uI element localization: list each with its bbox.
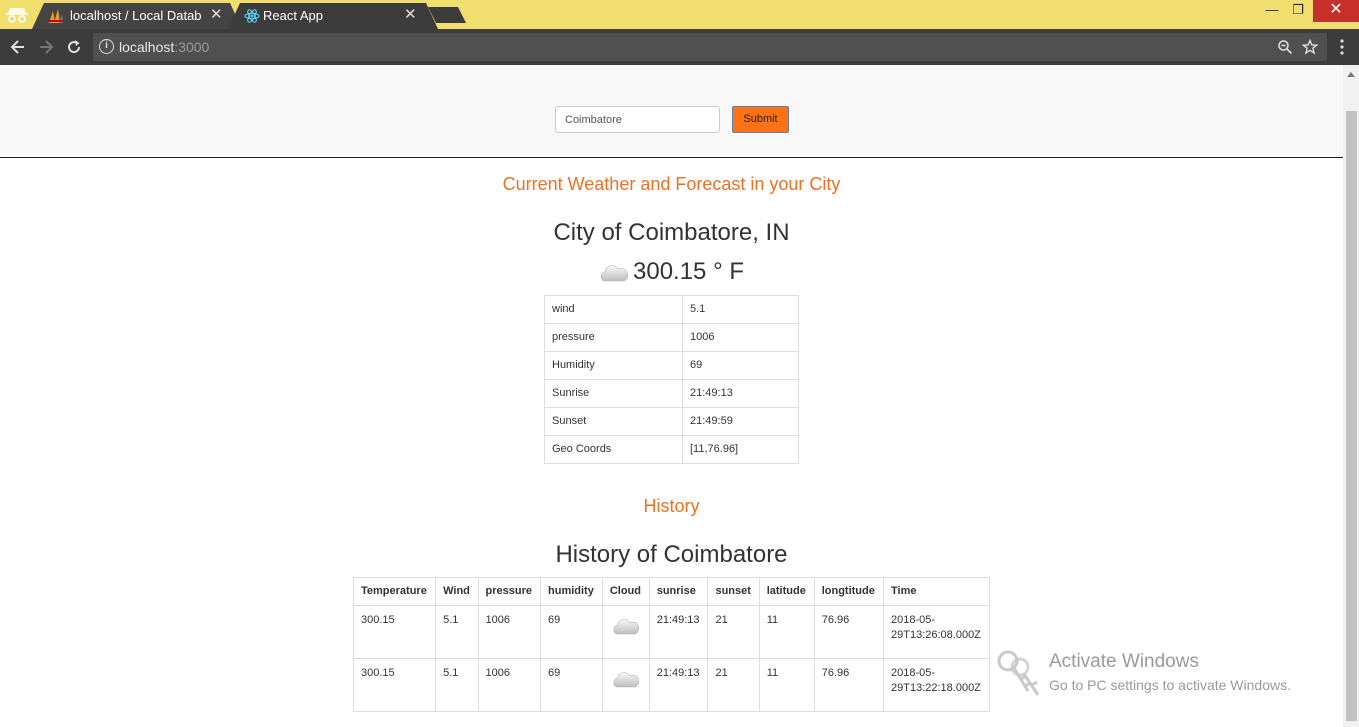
incognito-icon bbox=[6, 8, 28, 23]
row-value: 5.1 bbox=[682, 295, 799, 324]
activate-title: Activate Windows bbox=[1049, 651, 1199, 672]
cell-pressure: 1006 bbox=[477, 658, 542, 712]
cloud-icon bbox=[613, 619, 639, 635]
current-weather-table: wind 5.1 pressure 1006 Humidity 69 Sunrise 2… bbox=[544, 295, 799, 464]
cell-cloud bbox=[601, 605, 650, 659]
city-search-input[interactable] bbox=[555, 106, 720, 133]
cell-pressure: 1006 bbox=[477, 605, 542, 659]
url-text[interactable]: localhost:3000 bbox=[119, 39, 209, 55]
url-port: :3000 bbox=[174, 39, 210, 55]
history-title: History of Coimbatore bbox=[555, 541, 788, 568]
search-header: Submit bbox=[0, 65, 1343, 158]
menu-kebab-icon[interactable] bbox=[1335, 39, 1349, 55]
cell-sunrise: 21:49:13 bbox=[648, 658, 709, 712]
tab-react-app[interactable]: React App ✕ bbox=[228, 3, 438, 29]
column-header: Time bbox=[883, 577, 990, 606]
cell-humidity: 69 bbox=[540, 605, 603, 659]
row-value: 21:49:59 bbox=[682, 407, 799, 436]
row-key: Sunset bbox=[544, 407, 683, 436]
phpmyadmin-icon bbox=[49, 9, 63, 23]
tab-title: React App bbox=[263, 8, 323, 23]
cell-longitude: 76.96 bbox=[813, 658, 885, 712]
tab-strip: localhost / Local Databas ✕ React App ✕ … bbox=[0, 0, 1359, 29]
cell-longitude: 76.96 bbox=[813, 605, 885, 659]
cell-humidity: 69 bbox=[540, 658, 603, 712]
bookmark-star-icon[interactable] bbox=[1302, 39, 1318, 55]
site-info-icon[interactable]: i bbox=[99, 39, 114, 54]
cell-sunset: 21 bbox=[707, 658, 760, 712]
tab-close-icon[interactable]: ✕ bbox=[404, 7, 417, 23]
row-key: pressure bbox=[544, 323, 683, 352]
cell-time: 2018-05-29T13:26:08.000Z bbox=[883, 605, 990, 659]
cell-latitude: 11 bbox=[758, 605, 815, 659]
row-value: [11,76.96] bbox=[682, 435, 799, 464]
cell-wind: 5.1 bbox=[435, 605, 479, 659]
row-value: 1006 bbox=[682, 323, 799, 352]
close-window-button[interactable]: ✕ bbox=[1313, 0, 1359, 22]
current-weather-heading: Current Weather and Forecast in your Cit… bbox=[502, 174, 841, 194]
history-table: Temperature Wind pressure humidity Cloud… bbox=[352, 577, 990, 712]
cell-temperature: 300.15 bbox=[352, 658, 437, 712]
table-row: pressure 1006 bbox=[544, 323, 799, 352]
table-row: Geo Coords [11,76.96] bbox=[544, 435, 799, 464]
column-header: sunrise bbox=[648, 577, 709, 606]
table-row: Humidity 69 bbox=[544, 351, 799, 380]
react-icon bbox=[244, 9, 260, 23]
row-key: wind bbox=[544, 295, 683, 324]
column-header: Cloud bbox=[601, 577, 650, 606]
column-header: Temperature bbox=[352, 577, 437, 606]
address-bar[interactable]: i localhost:3000 bbox=[93, 33, 1327, 61]
row-value: 69 bbox=[682, 351, 799, 380]
table-row: 300.15 5.1 1006 69 21:49:13 21 11 76.96 … bbox=[352, 605, 990, 659]
history-heading: History bbox=[643, 496, 700, 516]
browser-toolbar: i localhost:3000 bbox=[0, 29, 1359, 65]
column-header: latitude bbox=[758, 577, 815, 606]
tab-phpmyadmin[interactable]: localhost / Local Databas ✕ bbox=[32, 3, 242, 29]
table-row: wind 5.1 bbox=[544, 295, 799, 324]
scroll-up-arrow-icon[interactable] bbox=[1347, 72, 1355, 77]
row-key: Sunrise bbox=[544, 379, 683, 408]
cell-wind: 5.1 bbox=[435, 658, 479, 712]
vertical-scrollbar[interactable] bbox=[1343, 65, 1359, 727]
cell-sunset: 21 bbox=[707, 605, 760, 659]
page-viewport: Submit Current Weather and Forecast in y… bbox=[0, 65, 1343, 727]
tab-close-icon[interactable]: ✕ bbox=[210, 7, 223, 23]
submit-button[interactable]: Submit bbox=[732, 106, 789, 133]
column-header: Wind bbox=[435, 577, 479, 606]
cell-time: 2018-05-29T13:22:18.000Z bbox=[883, 658, 990, 712]
activate-subtitle: Go to PC settings to activate Windows. bbox=[1049, 677, 1291, 693]
current-temperature: 300.15 ° F bbox=[0, 258, 1343, 286]
cell-sunrise: 21:49:13 bbox=[648, 605, 709, 659]
forward-arrow-icon[interactable] bbox=[37, 38, 55, 56]
column-header: sunset bbox=[707, 577, 760, 606]
url-host: localhost bbox=[119, 39, 175, 55]
column-header: pressure bbox=[477, 577, 542, 606]
cell-temperature: 300.15 bbox=[352, 605, 437, 659]
cloud-icon bbox=[613, 672, 639, 688]
new-tab-button[interactable] bbox=[428, 7, 466, 23]
cloud-icon bbox=[600, 264, 628, 281]
row-value: 21:49:13 bbox=[682, 379, 799, 408]
city-title: City of Coimbatore, IN bbox=[553, 219, 790, 246]
cell-cloud bbox=[601, 658, 650, 712]
keys-icon bbox=[997, 650, 1040, 696]
back-arrow-icon[interactable] bbox=[9, 38, 27, 56]
table-row: Sunrise 21:49:13 bbox=[544, 379, 799, 408]
scrollbar-thumb[interactable] bbox=[1346, 111, 1357, 721]
restore-button[interactable]: ❐ bbox=[1283, 0, 1313, 22]
column-header: longtitude bbox=[813, 577, 885, 606]
activate-windows-watermark: Activate Windows Go to PC settings to ac… bbox=[994, 645, 1334, 705]
reload-icon[interactable] bbox=[65, 38, 83, 56]
tab-title: localhost / Local Databas bbox=[70, 8, 202, 23]
temperature-value: 300.15 ° F bbox=[633, 258, 744, 285]
table-row: 300.15 5.1 1006 69 21:49:13 21 11 76.96 … bbox=[352, 658, 990, 712]
table-header-row: Temperature Wind pressure humidity Cloud… bbox=[352, 577, 990, 606]
table-row: Sunset 21:49:59 bbox=[544, 407, 799, 436]
zoom-icon[interactable] bbox=[1277, 39, 1293, 55]
column-header: humidity bbox=[540, 577, 603, 606]
row-key: Humidity bbox=[544, 351, 683, 380]
cell-latitude: 11 bbox=[758, 658, 815, 712]
row-key: Geo Coords bbox=[544, 435, 683, 464]
